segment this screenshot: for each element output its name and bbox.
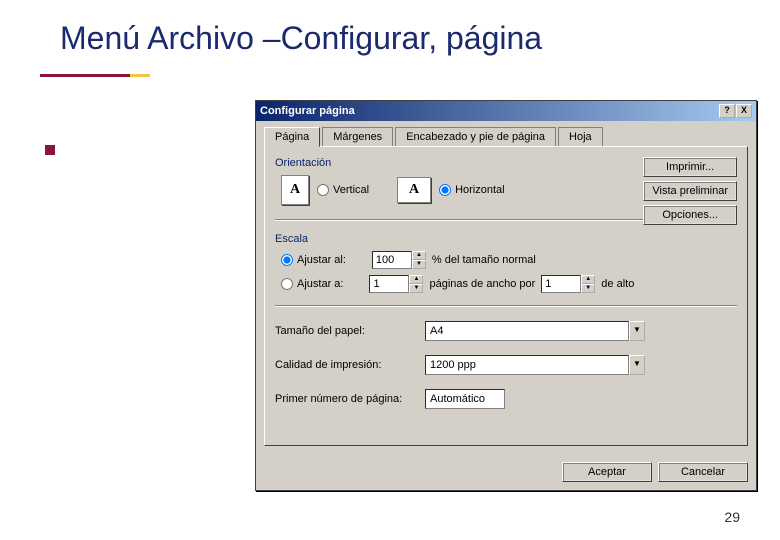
spin-down-icon[interactable]: ▼ [581,284,595,293]
fit-height-spinner[interactable]: ▲ ▼ [541,275,595,293]
help-button[interactable]: ? [719,104,735,118]
options-button[interactable]: Opciones... [643,205,737,225]
chevron-down-icon[interactable]: ▼ [629,321,645,341]
print-quality-value[interactable] [425,355,629,375]
spin-up-icon[interactable]: ▲ [412,251,426,260]
fit-width-spinner[interactable]: ▲ ▼ [369,275,423,293]
radio-horizontal-input[interactable] [439,184,451,196]
accept-button[interactable]: Aceptar [562,462,652,482]
dialog-title: Configurar página [260,105,719,117]
fit-width-input[interactable] [369,275,409,293]
tab-hoja[interactable]: Hoja [558,127,603,146]
accent-bar [40,74,740,77]
close-button[interactable]: X [736,104,752,118]
first-page-label: Primer número de página: [275,393,425,405]
tab-panel-pagina: Imprimir... Vista preliminar Opciones...… [264,146,748,446]
portrait-icon: A [281,175,309,205]
fit-width-suffix: páginas de ancho por [429,278,535,290]
chevron-down-icon[interactable]: ▼ [629,355,645,375]
paper-size-label: Tamaño del papel: [275,325,425,337]
radio-horizontal[interactable]: Horizontal [439,184,505,196]
paper-size-value[interactable] [425,321,629,341]
tab-strip: Página Márgenes Encabezado y pie de pági… [256,121,756,146]
slide-title: Menú Archivo –Configurar, página [0,0,780,57]
slide-page-number: 29 [724,509,740,525]
spin-up-icon[interactable]: ▲ [409,275,423,284]
divider [275,305,737,307]
radio-vertical[interactable]: Vertical [317,184,369,196]
scale-percent-input[interactable] [372,251,412,269]
spin-down-icon[interactable]: ▼ [409,284,423,293]
radio-vertical-input[interactable] [317,184,329,196]
fit-height-suffix: de alto [601,278,634,290]
radio-ajustar-a[interactable]: Ajustar a: [281,278,343,290]
spin-up-icon[interactable]: ▲ [581,275,595,284]
radio-vertical-label: Vertical [333,184,369,196]
tab-margenes[interactable]: Márgenes [322,127,393,146]
scale-percent-spinner[interactable]: ▲ ▼ [372,251,426,269]
radio-ajustar-a-input[interactable] [281,278,293,290]
radio-ajustar-al-label: Ajustar al: [297,254,346,266]
cancel-button[interactable]: Cancelar [658,462,748,482]
radio-horizontal-label: Horizontal [455,184,505,196]
radio-ajustar-a-label: Ajustar a: [297,278,343,290]
tab-pagina[interactable]: Página [264,127,320,147]
paper-size-dropdown[interactable]: ▼ [425,321,645,341]
print-quality-label: Calidad de impresión: [275,359,425,371]
first-page-input[interactable] [425,389,505,409]
page-setup-dialog: Configurar página ? X Página Márgenes En… [255,100,757,491]
dialog-footer: Aceptar Cancelar [256,454,756,490]
radio-ajustar-al-input[interactable] [281,254,293,266]
radio-ajustar-al[interactable]: Ajustar al: [281,254,346,266]
fit-height-input[interactable] [541,275,581,293]
print-quality-dropdown[interactable]: ▼ [425,355,645,375]
preview-button[interactable]: Vista preliminar [643,181,737,201]
bullet-icon [45,145,55,155]
scale-group-label: Escala [275,233,737,245]
print-button[interactable]: Imprimir... [643,157,737,177]
tab-encabezado[interactable]: Encabezado y pie de página [395,127,556,146]
landscape-icon: A [397,177,431,203]
spin-down-icon[interactable]: ▼ [412,260,426,269]
scale-percent-suffix: % del tamaño normal [432,254,536,266]
dialog-titlebar: Configurar página ? X [256,101,756,121]
